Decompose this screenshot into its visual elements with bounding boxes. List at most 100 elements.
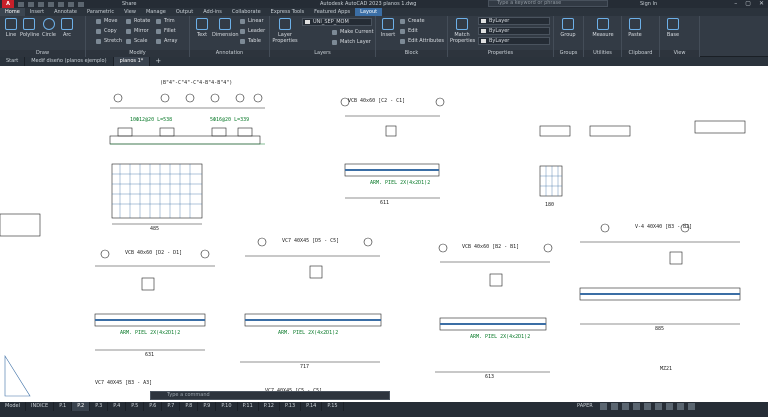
modify-panel-title[interactable]: Modify bbox=[86, 50, 189, 57]
save-icon[interactable] bbox=[38, 1, 44, 7]
layer-properties-tool[interactable]: Layer Properties bbox=[272, 18, 298, 44]
create-block-tool[interactable]: Create bbox=[400, 17, 425, 26]
group-tool[interactable]: Group bbox=[559, 18, 577, 38]
close-icon[interactable]: ✕ bbox=[759, 0, 764, 8]
utilities-panel-title[interactable]: Utilities bbox=[584, 50, 621, 57]
copy-tool[interactable]: Copy bbox=[96, 27, 117, 36]
match-layer-tool[interactable]: Match Layer bbox=[332, 38, 371, 47]
layer-dropdown[interactable]: UNI_SEP_MOM bbox=[302, 18, 372, 26]
workspace-icon[interactable] bbox=[677, 403, 684, 410]
text-tool[interactable]: Text bbox=[193, 18, 211, 38]
layout-tab-p1[interactable]: P.1 bbox=[54, 402, 73, 411]
edit-attributes-tool[interactable]: Edit Attributes bbox=[400, 37, 444, 46]
layout-tab-p8[interactable]: P.8 bbox=[180, 402, 199, 411]
base-tool[interactable]: Base bbox=[664, 18, 682, 38]
tab-view[interactable]: View bbox=[119, 8, 141, 16]
move-tool[interactable]: Move bbox=[96, 17, 117, 26]
layout-tab-p12[interactable]: P.12 bbox=[259, 402, 280, 411]
layout-tab-model[interactable]: Model bbox=[0, 402, 27, 411]
new-icon[interactable] bbox=[18, 1, 24, 7]
polar-icon[interactable] bbox=[633, 403, 640, 410]
tab-express-tools[interactable]: Express Tools bbox=[266, 8, 309, 16]
color-dropdown[interactable]: ByLayer bbox=[478, 17, 550, 25]
line-tool[interactable]: Line bbox=[2, 18, 20, 38]
doc-tab-planos[interactable]: planos 1* bbox=[113, 57, 151, 66]
tab-annotate[interactable]: Annotate bbox=[49, 8, 82, 16]
autocad-logo-icon[interactable]: A bbox=[2, 0, 14, 8]
layout-tab-indice[interactable]: INDICE bbox=[26, 402, 55, 411]
array-tool[interactable]: Array bbox=[156, 37, 177, 46]
scale-tool[interactable]: Scale bbox=[126, 37, 147, 46]
layout-tab-p7[interactable]: P.7 bbox=[162, 402, 181, 411]
tab-layout[interactable]: Layout bbox=[355, 8, 383, 16]
layout-tab-p10[interactable]: P.10 bbox=[216, 402, 238, 411]
lineweight-icon[interactable] bbox=[655, 403, 662, 410]
match-properties-tool[interactable]: Match Properties bbox=[450, 18, 475, 44]
arc-tool[interactable]: Arc bbox=[58, 18, 76, 38]
layout-tab-p15[interactable]: P.15 bbox=[322, 402, 344, 411]
layout-tab-p4[interactable]: P.4 bbox=[108, 402, 127, 411]
osnap-icon[interactable] bbox=[644, 403, 651, 410]
command-input[interactable]: Type a command bbox=[150, 391, 390, 400]
block-panel-title[interactable]: Block bbox=[376, 50, 447, 57]
polyline-tool[interactable]: Polyline bbox=[20, 18, 39, 38]
mirror-tool[interactable]: Mirror bbox=[126, 27, 149, 36]
add-tab-icon[interactable]: + bbox=[150, 57, 166, 66]
leader-tool[interactable]: Leader bbox=[240, 27, 265, 36]
snap-icon[interactable] bbox=[611, 403, 618, 410]
fillet-tool[interactable]: Fillet bbox=[156, 27, 176, 36]
layout-tab-p5[interactable]: P.5 bbox=[126, 402, 145, 411]
plot-icon[interactable] bbox=[58, 1, 64, 7]
insert-tool[interactable]: Insert bbox=[379, 18, 397, 38]
tab-output[interactable]: Output bbox=[171, 8, 198, 16]
tab-insert[interactable]: Insert bbox=[25, 8, 49, 16]
doc-tab-start[interactable]: Start bbox=[0, 57, 26, 66]
maximize-icon[interactable]: ▢ bbox=[745, 0, 751, 8]
linear-tool[interactable]: Linear bbox=[240, 17, 264, 26]
layout-tab-p6[interactable]: P.6 bbox=[144, 402, 163, 411]
clipboard-panel-title[interactable]: Clipboard bbox=[622, 50, 659, 57]
stretch-tool[interactable]: Stretch bbox=[96, 37, 122, 46]
ortho-icon[interactable] bbox=[622, 403, 629, 410]
annotation-scale-icon[interactable] bbox=[666, 403, 673, 410]
tab-featured-apps[interactable]: Featured Apps bbox=[309, 8, 355, 16]
trim-tool[interactable]: Trim bbox=[156, 17, 175, 26]
annotation-panel-title[interactable]: Annotation bbox=[190, 50, 269, 57]
share-button[interactable]: Share bbox=[122, 0, 136, 8]
layout-tab-p14[interactable]: P.14 bbox=[301, 402, 323, 411]
view-panel-title[interactable]: View bbox=[660, 50, 699, 57]
save-as-icon[interactable] bbox=[48, 1, 54, 7]
layout-tab-p2[interactable]: P.2 bbox=[72, 402, 91, 411]
table-tool[interactable]: Table bbox=[240, 37, 261, 46]
tab-home[interactable]: Home bbox=[0, 8, 25, 16]
paper-space-toggle[interactable]: PAPER bbox=[577, 403, 593, 410]
undo-icon[interactable] bbox=[68, 1, 74, 7]
layout-tab-p11[interactable]: P.11 bbox=[238, 402, 259, 411]
doc-tab-medif[interactable]: Medif diseño (planos ejemplo) bbox=[25, 57, 114, 66]
linetype-dropdown[interactable]: ByLayer bbox=[478, 27, 550, 35]
rotate-tool[interactable]: Rotate bbox=[126, 17, 150, 26]
draw-panel-title[interactable]: Draw bbox=[0, 50, 85, 57]
layout-tab-p3[interactable]: P.3 bbox=[90, 402, 109, 411]
tab-manage[interactable]: Manage bbox=[141, 8, 171, 16]
grid-icon[interactable] bbox=[600, 403, 607, 410]
edit-block-tool[interactable]: Edit bbox=[400, 27, 418, 36]
open-icon[interactable] bbox=[28, 1, 34, 7]
measure-tool[interactable]: Measure bbox=[590, 18, 616, 38]
sign-in-button[interactable]: Sign In bbox=[640, 0, 657, 8]
customize-icon[interactable] bbox=[688, 403, 695, 410]
properties-panel-title[interactable]: Properties bbox=[448, 50, 553, 57]
layout-tab-p13[interactable]: P.13 bbox=[280, 402, 302, 411]
tab-add-ins[interactable]: Add-ins bbox=[198, 8, 227, 16]
make-current-tool[interactable]: Make Current bbox=[332, 28, 374, 37]
layout-tab-p9[interactable]: P.9 bbox=[198, 402, 217, 411]
groups-panel-title[interactable]: Groups bbox=[554, 50, 583, 57]
layers-panel-title[interactable]: Layers bbox=[270, 50, 375, 57]
minimize-icon[interactable]: – bbox=[734, 0, 737, 8]
drawing-canvas[interactable]: (B"4"-C"4"-C"4-B"4-B"4") 10Ф12@20 L=538 … bbox=[0, 66, 768, 402]
lineweight-dropdown[interactable]: ByLayer bbox=[478, 37, 550, 45]
dimension-tool[interactable]: Dimension bbox=[212, 18, 239, 38]
tab-parametric[interactable]: Parametric bbox=[82, 8, 119, 16]
search-input[interactable]: Type a keyword or phrase bbox=[488, 0, 608, 7]
paste-tool[interactable]: Paste bbox=[626, 18, 644, 38]
